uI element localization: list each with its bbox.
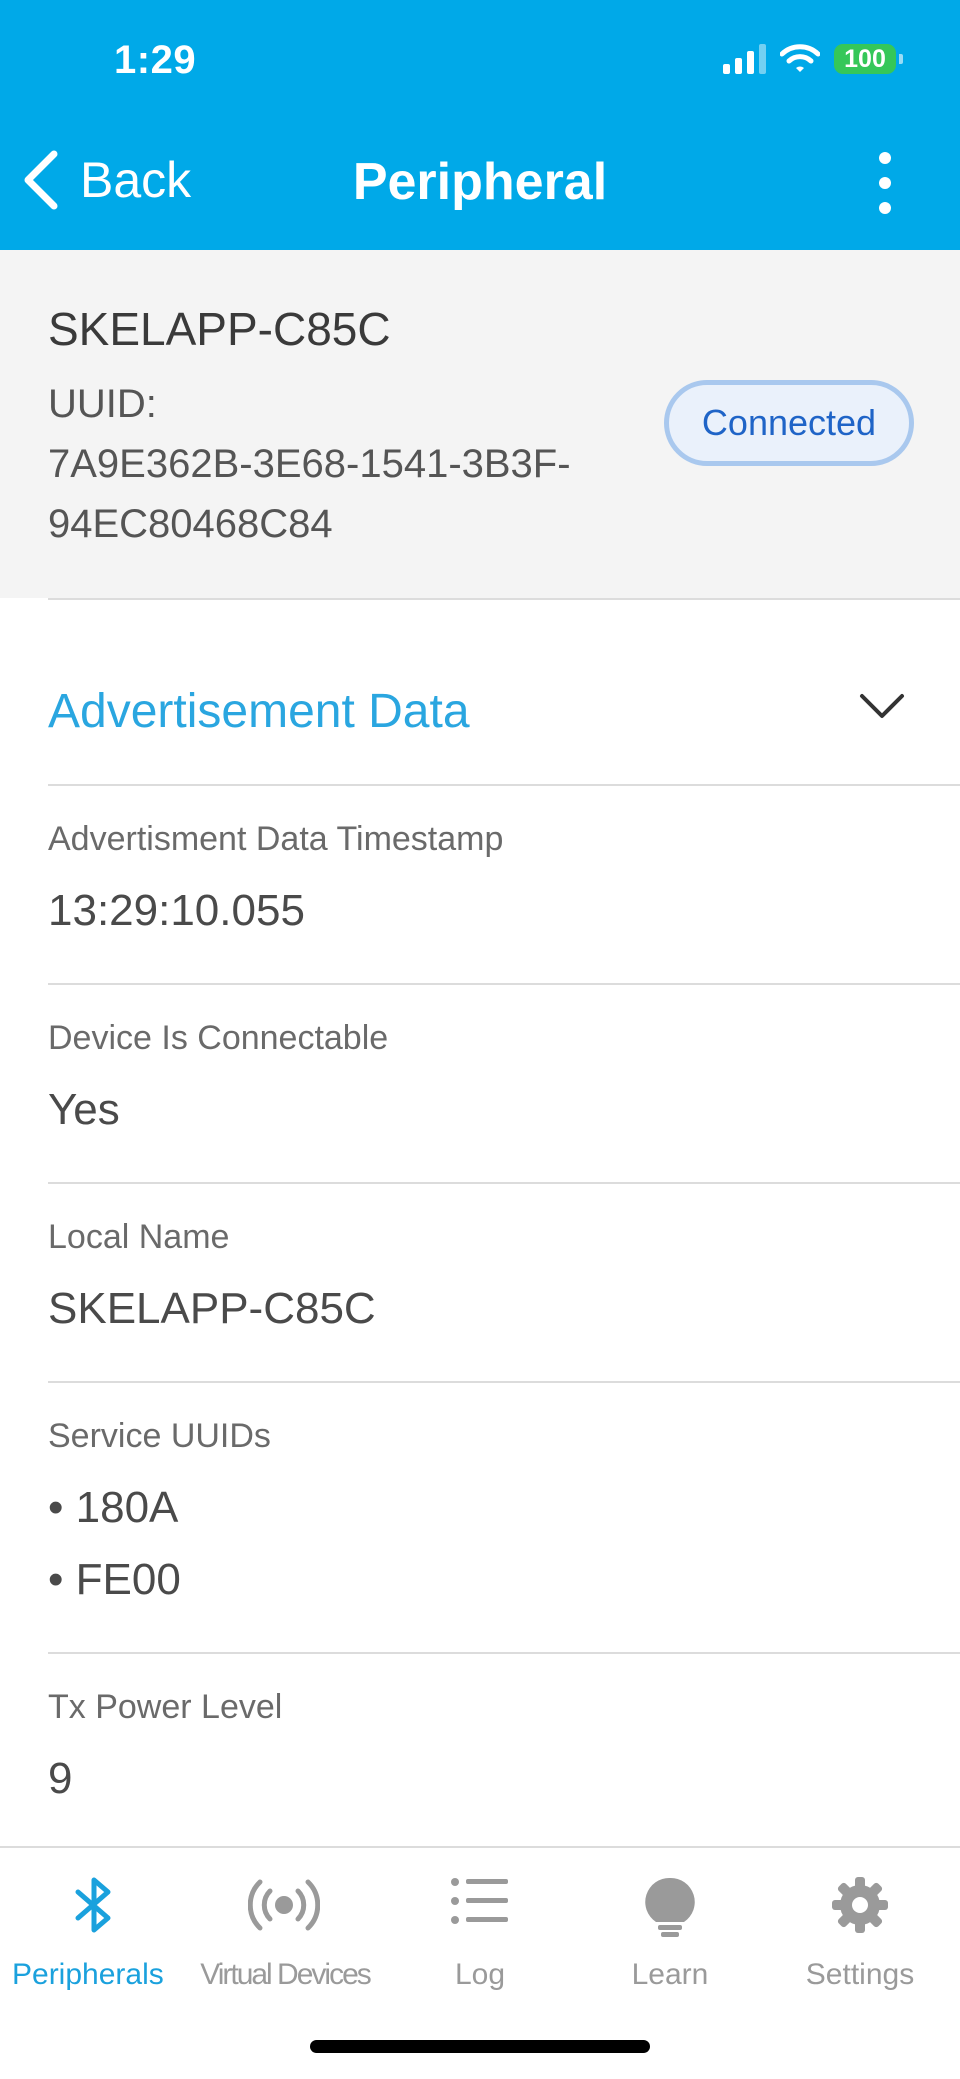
gear-icon: [832, 1877, 888, 1933]
more-dot-icon: [879, 152, 891, 164]
uuid-value-line2: 94EC80468C84: [48, 502, 333, 546]
device-uuid: UUID: 7A9E362B-3E68-1541-3B3F- 94EC80468…: [48, 374, 648, 554]
timestamp-value: 13:29:10.055: [48, 886, 305, 935]
back-label: Back: [80, 152, 192, 208]
battery-icon: 100: [834, 44, 903, 74]
tx-power-label: Tx Power Level: [48, 1688, 283, 1726]
lightbulb-icon: [645, 1877, 695, 1937]
tx-power-value: 9: [48, 1754, 73, 1803]
tab-settings[interactable]: Settings: [780, 1848, 940, 2008]
wifi-icon: [780, 44, 820, 72]
home-indicator[interactable]: [310, 2040, 650, 2053]
bluetooth-icon: [75, 1877, 111, 1933]
tab-label: Learn: [631, 1958, 709, 1991]
divider: [48, 1652, 960, 1654]
local-name-label: Local Name: [48, 1218, 230, 1256]
service-uuid-item: • 180A: [48, 1483, 179, 1532]
tab-label: Log: [454, 1958, 506, 1991]
chevron-left-icon: [24, 150, 58, 210]
more-options-button[interactable]: [870, 152, 900, 214]
divider: [48, 1381, 960, 1383]
service-uuid-item: • FE00: [48, 1555, 181, 1604]
divider: [48, 784, 960, 786]
advertisement-section-toggle[interactable]: Advertisement Data: [48, 684, 470, 739]
tab-label: Peripherals: [12, 1958, 164, 1991]
status-icons: 100: [723, 44, 903, 74]
cellular-signal-icon: [723, 44, 766, 74]
service-uuids-label: Service UUIDs: [48, 1417, 271, 1455]
tab-learn[interactable]: Learn: [590, 1848, 750, 2008]
timestamp-label: Advertisment Data Timestamp: [48, 820, 504, 858]
uuid-label: UUID:: [48, 382, 157, 426]
back-button[interactable]: Back: [22, 150, 191, 210]
divider: [48, 983, 960, 985]
tab-peripherals[interactable]: Peripherals: [0, 1848, 190, 2008]
device-summary: SKELAPP-C85C UUID: 7A9E362B-3E68-1541-3B…: [0, 250, 960, 598]
device-name: SKELAPP-C85C: [48, 303, 391, 355]
connectable-value: Yes: [48, 1085, 120, 1134]
app-header: 1:29 100 Back Peripheral: [0, 0, 960, 250]
local-name-value: SKELAPP-C85C: [48, 1284, 376, 1333]
list-icon: [451, 1878, 508, 1924]
tab-label: Settings: [805, 1958, 915, 1991]
status-time: 1:29: [114, 38, 197, 82]
connection-status-button[interactable]: Connected: [664, 380, 914, 466]
broadcast-icon: [248, 1879, 320, 1931]
tab-label: Virtual Devices: [200, 1958, 372, 1991]
uuid-value-line1: 7A9E362B-3E68-1541-3B3F-: [48, 442, 571, 486]
tab-log[interactable]: Log: [400, 1848, 560, 2008]
tab-virtual-devices[interactable]: Virtual Devices: [180, 1848, 390, 2008]
page-title: Peripheral: [352, 153, 608, 211]
chevron-down-icon[interactable]: [858, 690, 906, 720]
divider: [48, 598, 960, 600]
connectable-label: Device Is Connectable: [48, 1019, 389, 1057]
divider: [48, 1182, 960, 1184]
